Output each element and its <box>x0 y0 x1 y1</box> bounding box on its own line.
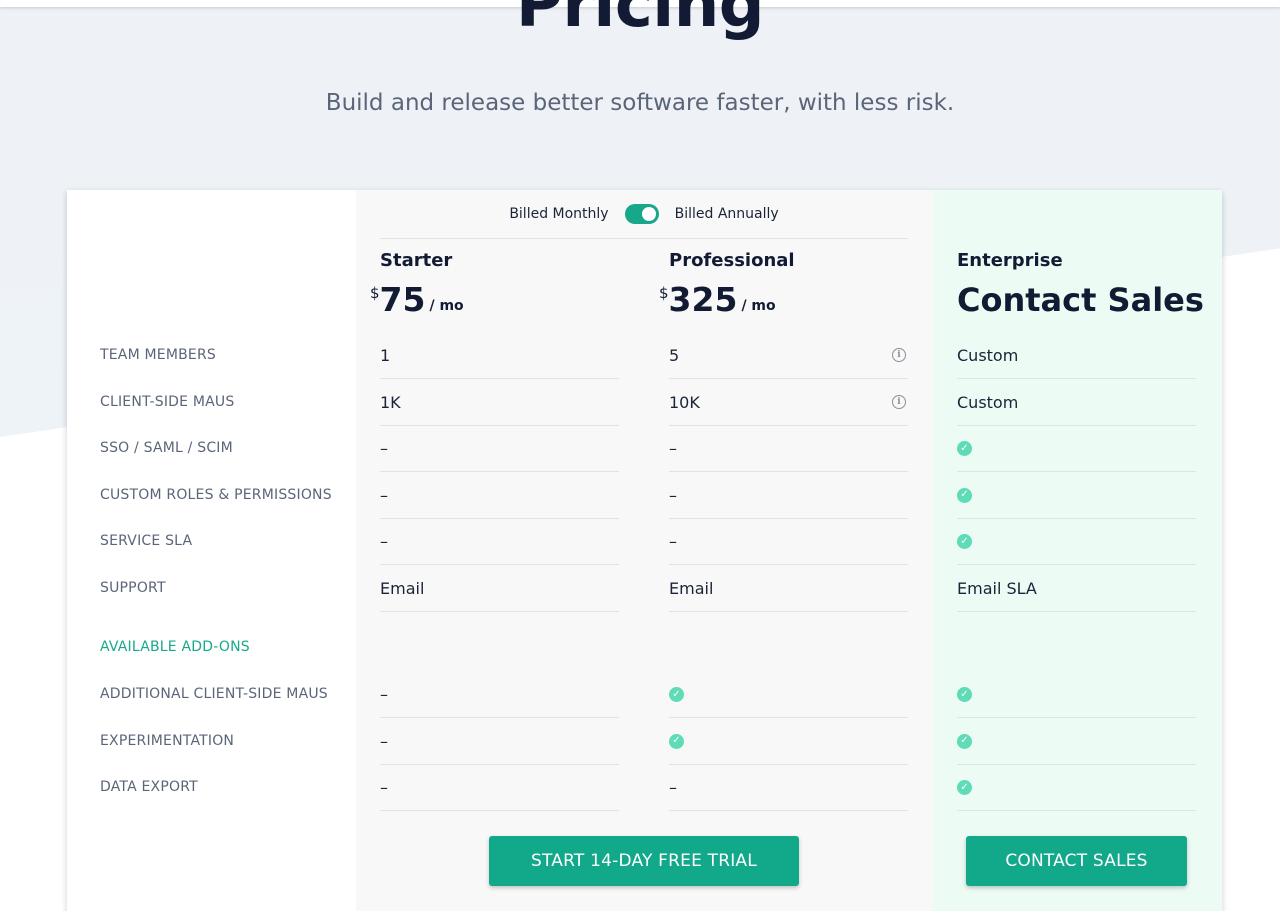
cell-value: Custom <box>957 392 1019 412</box>
table-cell: – <box>380 672 619 718</box>
plan-name-enterprise: Enterprise <box>957 250 1063 271</box>
table-cell: 10K i <box>669 380 908 426</box>
price-amount: 75 <box>379 280 426 319</box>
page-subtitle: Build and release better software faster… <box>325 90 955 116</box>
cell-value: 10K <box>669 392 700 412</box>
row-label: DATA EXPORT <box>100 779 198 796</box>
cell-value: – <box>380 439 388 459</box>
price-amount: 325 <box>668 280 738 319</box>
table-cell: – <box>380 426 619 473</box>
table-cell: ✓ <box>957 473 1196 519</box>
table-cell: Email SLA <box>957 566 1196 612</box>
table-cell: ✓ <box>957 672 1196 718</box>
check-icon: ✓ <box>669 687 684 702</box>
check-icon: ✓ <box>957 687 972 702</box>
row-label: CLIENT-SIDE MAUS <box>100 393 235 410</box>
table-cell: 5i <box>669 333 908 379</box>
row-label: SERVICE SLA <box>100 533 193 550</box>
check-icon: ✓ <box>957 441 972 457</box>
billing-toggle-switch[interactable] <box>624 204 659 224</box>
plan-name-starter: Starter <box>380 250 453 271</box>
price-currency: $ <box>370 284 380 302</box>
table-cell: ✓ <box>957 426 1196 473</box>
table-cell: – <box>380 719 619 765</box>
cell-value: 1 <box>380 346 391 365</box>
row-label: ADDITIONAL CLIENT-SIDE MAUS <box>100 686 328 702</box>
cell-value: – <box>380 532 388 552</box>
table-cell: 1 <box>380 333 619 379</box>
cell-value: – <box>669 439 677 459</box>
cell-value: – <box>380 778 388 798</box>
table-cell: Custom <box>957 380 1196 426</box>
price-enterprise: Contact Sales <box>957 281 1204 319</box>
page-title: Pricing <box>515 0 765 42</box>
table-cell: ✓ <box>669 672 908 718</box>
check-icon: ✓ <box>957 780 972 796</box>
table-cell: – <box>669 519 908 566</box>
cell-value: Email <box>380 579 425 598</box>
check-icon: ✓ <box>957 487 972 503</box>
table-cell: ✓ <box>957 719 1196 765</box>
table-cell: ✓ <box>669 719 908 765</box>
price-professional: $ 325 / mo <box>659 280 776 320</box>
pricing-table: Billed Monthly Billed Annually Starter $… <box>67 190 1222 911</box>
table-cell: ✓ <box>957 765 1196 812</box>
billed-annually-label[interactable]: Billed Annually <box>675 206 779 222</box>
check-icon: ✓ <box>669 733 684 749</box>
info-icon[interactable]: i <box>892 348 906 362</box>
price-currency: $ <box>659 284 669 302</box>
price-starter: $ 75 / mo <box>370 280 464 320</box>
table-cell: 1K <box>380 380 619 426</box>
info-icon[interactable]: i <box>892 394 906 409</box>
row-label: EXPERIMENTATION <box>100 732 235 749</box>
cell-value: Email SLA <box>957 579 1037 598</box>
table-cell: Custom <box>957 333 1196 379</box>
cell-value: Custom <box>957 346 1019 365</box>
table-cell: – <box>380 519 619 566</box>
row-label: CUSTOM ROLES & PERMISSIONS <box>100 486 332 503</box>
billed-monthly-label[interactable]: Billed Monthly <box>509 206 608 222</box>
contact-sales-button[interactable]: CONTACT SALES <box>966 836 1187 886</box>
row-label: SSO / SAML / SCIM <box>100 440 233 457</box>
cell-value: Email <box>669 579 714 598</box>
plan-name-professional: Professional <box>669 250 795 271</box>
table-cell: – <box>669 426 908 473</box>
table-cell: ✓ <box>957 519 1196 566</box>
cell-value: 5 <box>669 346 680 365</box>
table-cell: – <box>380 765 619 812</box>
table-cell: – <box>380 473 619 519</box>
cell-value: – <box>669 485 677 505</box>
cell-value: – <box>669 532 677 552</box>
billing-toggle-row: Billed Monthly Billed Annually <box>380 190 908 239</box>
cell-value: – <box>380 485 388 505</box>
price-period: / mo <box>429 298 464 314</box>
start-free-trial-button[interactable]: START 14-DAY FREE TRIAL <box>489 836 799 886</box>
table-cell: – <box>669 765 908 812</box>
row-label: SUPPORT <box>100 580 166 596</box>
table-cell: Email <box>669 566 908 612</box>
cell-value: 1K <box>380 392 401 412</box>
table-cell: Email <box>380 566 619 612</box>
table-cell: – <box>669 473 908 519</box>
cell-value: – <box>669 778 677 798</box>
cell-value: – <box>380 731 388 751</box>
cell-value: – <box>380 685 388 704</box>
check-icon: ✓ <box>957 733 972 749</box>
addons-section-label: AVAILABLE ADD-ONS <box>100 639 250 655</box>
check-icon: ✓ <box>957 534 972 550</box>
price-period: / mo <box>741 298 776 314</box>
row-label: TEAM MEMBERS <box>100 347 216 363</box>
